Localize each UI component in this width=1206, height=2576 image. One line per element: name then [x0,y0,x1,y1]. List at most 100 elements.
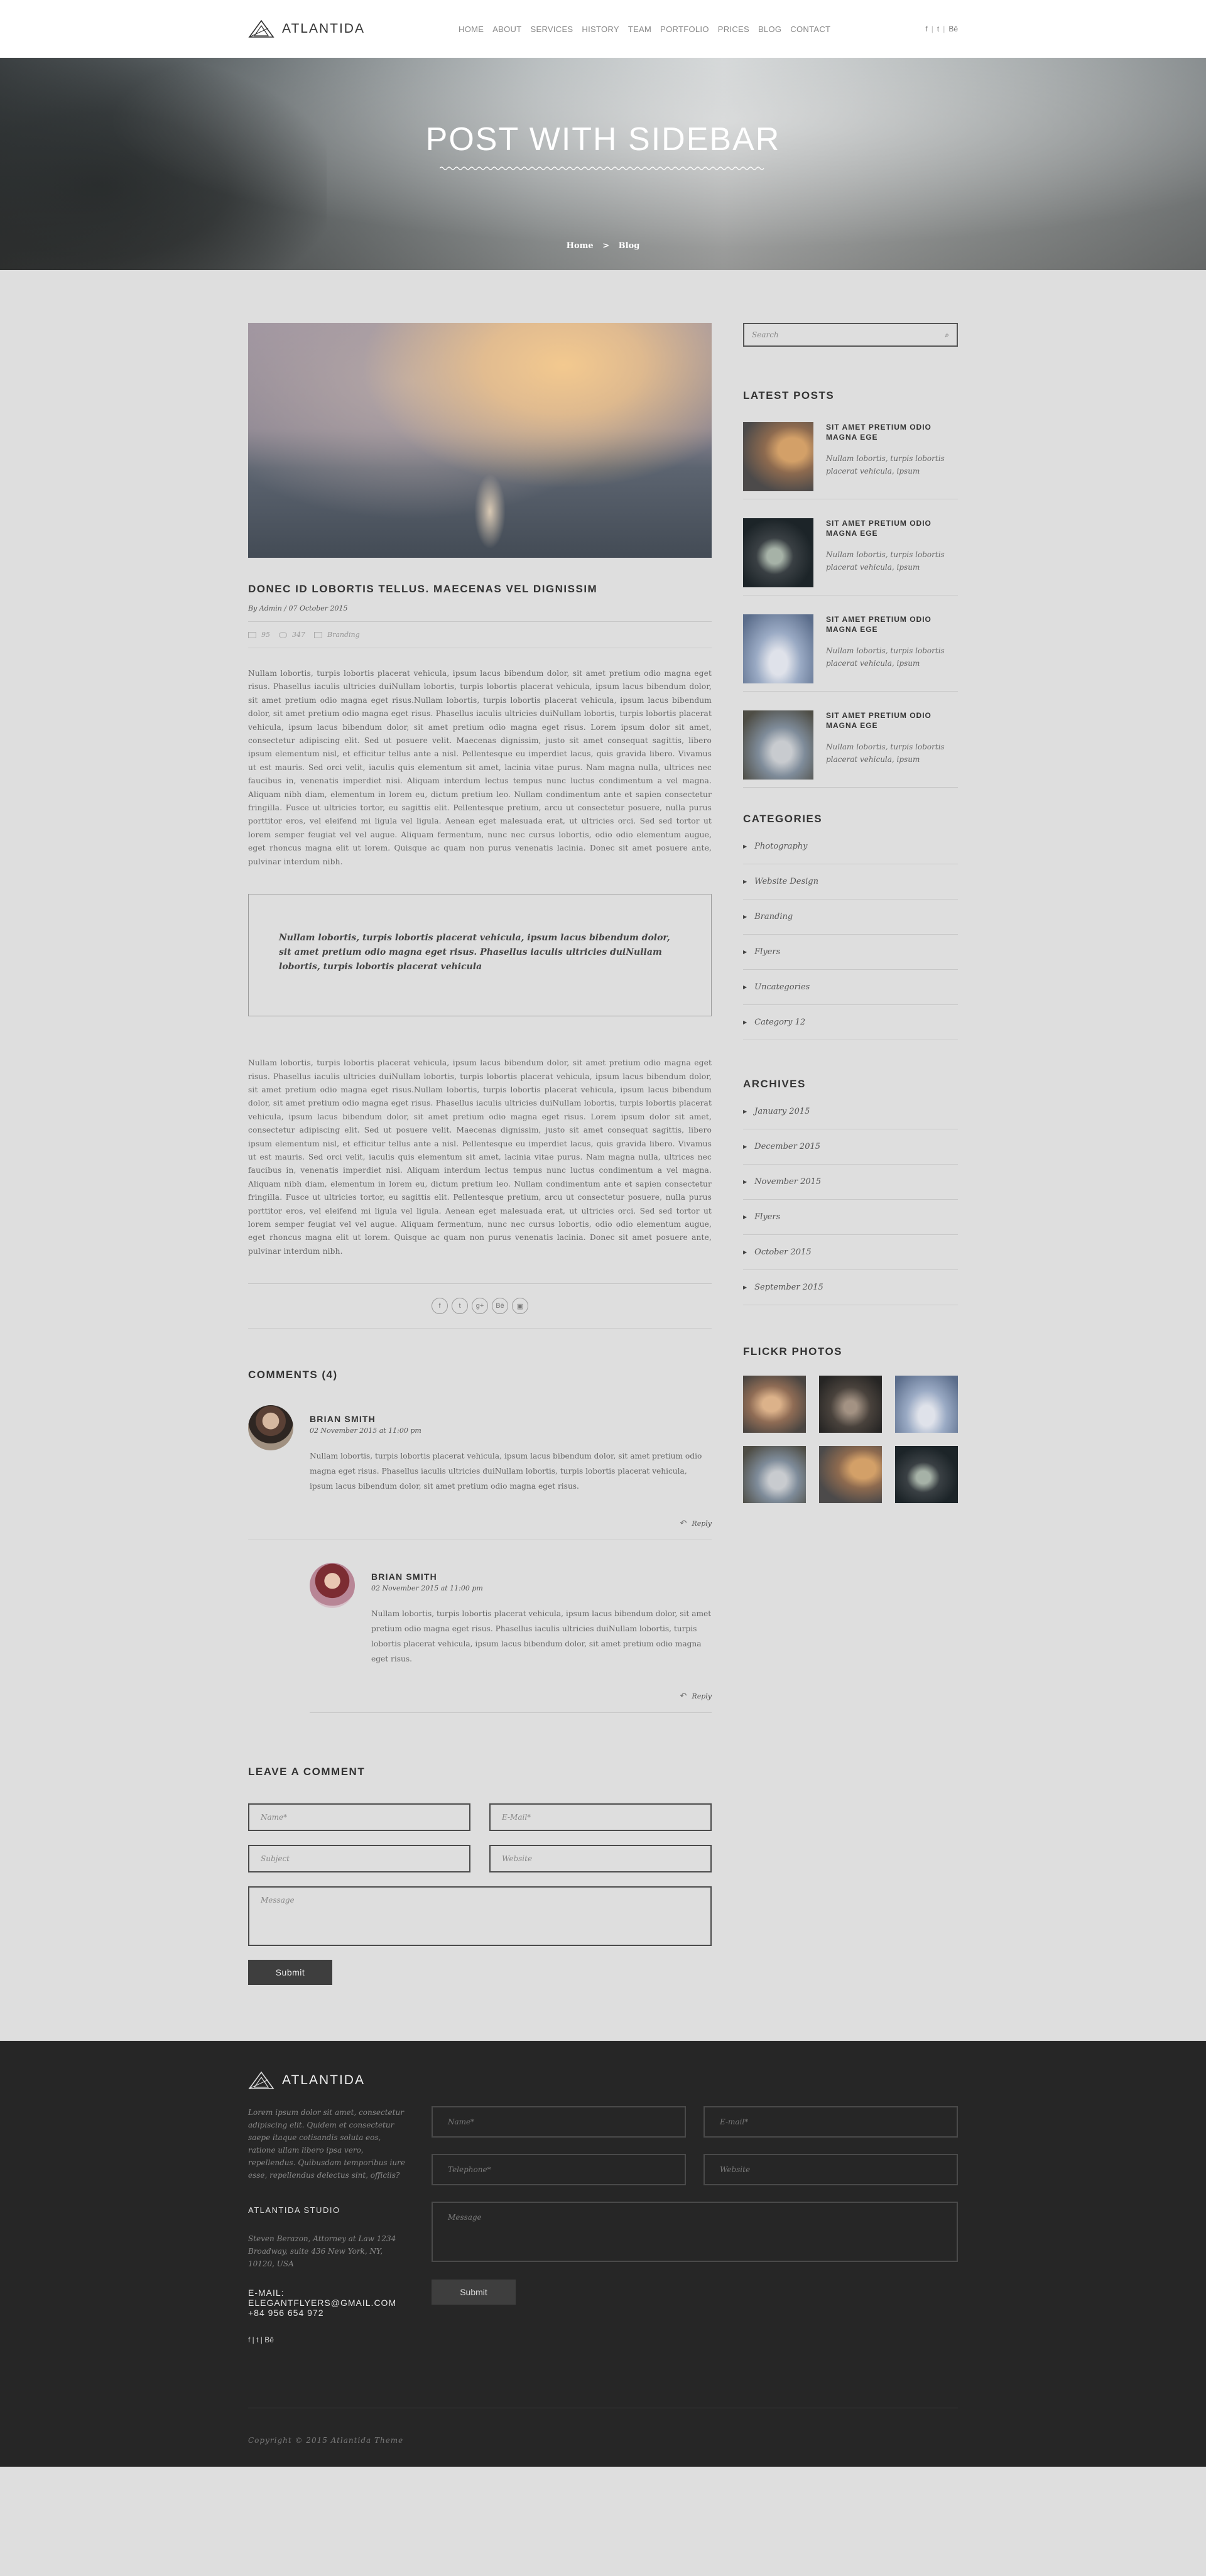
nav-team[interactable]: TEAM [628,24,651,34]
flickr-photo[interactable] [819,1376,882,1433]
latest-posts-title: LATEST POSTS [743,389,835,401]
reply-link[interactable]: Reply [692,1519,712,1528]
footer-social-icons[interactable]: f | t | Bē [248,2335,405,2344]
search-input[interactable]: Search ⌕ [743,323,958,347]
category-item[interactable]: ▶ Photography [743,829,958,864]
triangle-right-icon: ▶ [743,914,747,920]
category-item[interactable]: ▶ Website Design [743,864,958,899]
nav-portfolio[interactable]: PORTFOLIO [660,24,709,34]
triangle-right-icon: ▶ [743,844,747,849]
share-twitter-icon[interactable]: t [452,1298,468,1315]
latest-post-thumb[interactable] [743,710,813,780]
latest-post-excerpt: Nullam lobortis, turpis lobortis placera… [826,742,945,764]
flickr-photo[interactable] [743,1376,806,1433]
submit-button[interactable]: Submit [248,1960,332,1986]
latest-post-item[interactable]: SIT AMET PRETIUM ODIO MAGNA EGE Nullam lo… [743,710,958,788]
facebook-icon[interactable]: f [925,24,927,33]
site-logo[interactable]: ATLANTIDA [248,19,365,38]
latest-post-thumb[interactable] [743,422,813,491]
social-separator: | [931,24,933,33]
latest-post-thumb[interactable] [743,614,813,683]
social-separator: | [943,24,945,33]
footer-message-field[interactable]: Message [432,2202,958,2263]
footer-studio-title: ATLANTIDA STUDIO [248,2205,340,2215]
footer-telephone-field[interactable]: Telephone* [432,2154,686,2186]
view-count: 347 [292,631,305,639]
website-field[interactable]: Website [489,1845,712,1873]
footer-name-field[interactable]: Name* [432,2106,686,2138]
eye-icon [279,631,287,638]
archive-item[interactable]: ▶ December 2015 [743,1129,958,1165]
flickr-photo[interactable] [895,1446,958,1503]
flickr-photo[interactable] [743,1446,806,1503]
email-field[interactable]: E-Mail* [489,1803,712,1832]
leave-comment-title: LEAVE A COMMENT [248,1766,366,1778]
name-field[interactable]: Name* [248,1803,470,1832]
triangle-right-icon: ▶ [743,1109,747,1114]
search-icon[interactable]: ⌕ [945,330,949,340]
footer-email-field[interactable]: E-mail* [704,2106,958,2138]
footer-email[interactable]: ELEGANTFLYERS@GMAIL.COM [248,2298,405,2308]
nav-contact[interactable]: CONTACT [790,24,830,34]
latest-post-title[interactable]: SIT AMET PRETIUM ODIO MAGNA EGE [826,710,958,731]
flickr-title: FLICKR PHOTOS [743,1345,843,1357]
nav-history[interactable]: HISTORY [582,24,619,34]
category-item[interactable]: ▶ Uncategories [743,970,958,1005]
archive-item[interactable]: ▶ January 2015 [743,1094,958,1129]
latest-post-excerpt: Nullam lobortis, turpis lobortis placera… [826,646,945,668]
top-header: ATLANTIDA HOME ABOUT SERVICES HISTORY TE… [0,0,1206,58]
search-placeholder: Search [752,330,779,339]
logo-triangle-icon [248,19,274,38]
footer-logo[interactable]: ATLANTIDA [248,2071,958,2090]
reply-icon: ↶ [680,1692,687,1702]
share-bar: f t g+ Bē ▣ [248,1283,712,1329]
archive-item[interactable]: ▶ October 2015 [743,1235,958,1270]
archive-item[interactable]: ▶ Flyers [743,1200,958,1235]
latest-post-title[interactable]: SIT AMET PRETIUM ODIO MAGNA EGE [826,518,958,538]
share-facebook-icon[interactable]: f [432,1298,448,1315]
breadcrumb-home[interactable]: Home [567,241,594,251]
triangle-right-icon: ▶ [743,1285,747,1290]
site-footer: ATLANTIDA Lorem ipsum dolor sit amet, co… [0,2041,1206,2467]
latest-post-item[interactable]: SIT AMET PRETIUM ODIO MAGNA EGE Nullam lo… [743,422,958,499]
nav-services[interactable]: SERVICES [531,24,573,34]
footer-phone: +84 956 654 972 [248,2308,324,2318]
post-blockquote: Nullam lobortis, turpis lobortis placera… [248,894,712,1017]
behance-icon[interactable]: Bē [948,24,958,33]
archive-item[interactable]: ▶ November 2015 [743,1165,958,1200]
archive-item[interactable]: ▶ September 2015 [743,1270,958,1305]
category-item[interactable]: ▶ Category 12 [743,1005,958,1040]
comment-author: BRIAN SMITH [371,1572,437,1582]
comment-icon [248,631,256,638]
category-item[interactable]: ▶ Branding [743,899,958,935]
latest-post-thumb[interactable] [743,518,813,587]
comment-date: 02 November 2015 at 11:00 pm [310,1427,421,1435]
header-social: f | t | Bē [925,0,958,58]
footer-submit-button[interactable]: Submit [432,2280,516,2305]
share-behance-icon[interactable]: Bē [492,1298,508,1315]
category-item[interactable]: ▶ Flyers [743,935,958,970]
message-field[interactable]: Message [248,1886,712,1947]
share-youtube-icon[interactable]: ▣ [512,1298,528,1315]
nav-blog[interactable]: BLOG [758,24,781,34]
latest-post-title[interactable]: SIT AMET PRETIUM ODIO MAGNA EGE [826,422,958,442]
reply-link[interactable]: Reply [692,1692,712,1700]
post-category-link[interactable]: Branding [327,631,360,639]
breadcrumb-current: Blog [618,241,640,251]
latest-post-item[interactable]: SIT AMET PRETIUM ODIO MAGNA EGE Nullam lo… [743,518,958,595]
comment-item-reply: BRIAN SMITH 02 November 2015 at 11:00 pm… [310,1563,712,1714]
triangle-right-icon: ▶ [743,949,747,955]
nav-home[interactable]: HOME [459,24,484,34]
post-paragraph: Nullam lobortis, turpis lobortis placera… [248,1058,712,1256]
twitter-icon[interactable]: t [937,24,939,33]
nav-prices[interactable]: PRICES [718,24,749,34]
footer-logo-text: ATLANTIDA [282,2073,365,2088]
latest-post-item[interactable]: SIT AMET PRETIUM ODIO MAGNA EGE Nullam lo… [743,614,958,692]
subject-field[interactable]: Subject [248,1845,470,1873]
flickr-photo[interactable] [895,1376,958,1433]
nav-about[interactable]: ABOUT [492,24,521,34]
latest-post-title[interactable]: SIT AMET PRETIUM ODIO MAGNA EGE [826,614,958,634]
flickr-photo[interactable] [819,1446,882,1503]
footer-website-field[interactable]: Website [704,2154,958,2186]
share-google-plus-icon[interactable]: g+ [472,1298,488,1315]
